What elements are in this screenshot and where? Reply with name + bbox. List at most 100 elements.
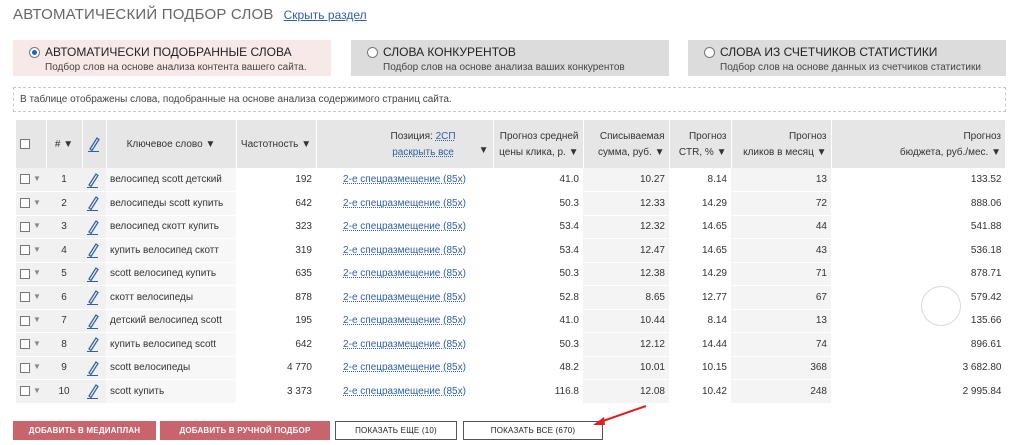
row-number: 8 [46, 332, 82, 357]
row-checkbox[interactable] [20, 386, 30, 397]
row-menu-chevron-icon[interactable]: ▼ [33, 268, 41, 277]
row-menu-chevron-icon[interactable]: ▼ [33, 174, 41, 183]
cpc-cell: 41.0 [493, 168, 583, 192]
pencil-icon[interactable] [86, 243, 100, 259]
ctr-cell: 8.14 [669, 168, 731, 192]
expand-all-link[interactable]: раскрыть все [392, 147, 454, 158]
position-link[interactable]: 2-е спецразмещение (85х) [343, 386, 466, 397]
row-number: 3 [46, 215, 82, 239]
add-to-manual-button[interactable]: ДОБАВИТЬ В РУЧНОЙ ПОДБОР [160, 421, 330, 440]
position-select-link[interactable]: 2СП [436, 131, 456, 142]
pencil-icon[interactable] [86, 360, 100, 376]
pencil-icon[interactable] [86, 384, 100, 400]
position-link[interactable]: 2-е спецразмещение (85х) [343, 292, 466, 303]
hide-section-link[interactable]: Скрыть раздел [284, 8, 367, 22]
frequency-cell: 642 [236, 191, 316, 216]
radio-icon[interactable] [704, 46, 715, 58]
position-link[interactable]: 2-е спецразмещение (85х) [343, 315, 466, 326]
position-link[interactable]: 2-е спецразмещение (85х) [343, 339, 466, 350]
pencil-icon[interactable] [86, 266, 100, 282]
position-link[interactable]: 2-е спецразмещение (85х) [343, 245, 466, 256]
select-all-checkbox[interactable] [20, 138, 30, 149]
spend-header[interactable]: Списываемая сумма, руб. ▼ [583, 120, 670, 168]
pencil-icon[interactable] [86, 172, 100, 188]
row-menu-chevron-icon[interactable]: ▼ [33, 315, 41, 324]
option-auto-words[interactable]: АВТОМАТИЧЕСКИ ПОДОБРАННЫЕ СЛОВА Подбор с… [13, 40, 331, 76]
option-subtitle: Подбор слов на основе анализа ваших конк… [383, 62, 625, 73]
row-checkbox[interactable] [20, 339, 30, 350]
row-checkbox[interactable] [20, 221, 30, 232]
cpc-cell: 53.4 [493, 238, 583, 263]
radio-icon[interactable] [367, 46, 378, 58]
add-to-mediaplan-button[interactable]: ДОБАВИТЬ В МЕДИАПЛАН [13, 421, 156, 440]
option-competitor-words[interactable]: СЛОВА КОНКУРЕНТОВ Подбор слов на основе … [351, 40, 669, 76]
row-checkbox[interactable] [20, 268, 30, 279]
row-menu-chevron-icon[interactable]: ▼ [33, 339, 41, 348]
cpc-cell: 52.8 [493, 285, 583, 310]
clicks-cell: 71 [731, 262, 831, 286]
row-select-cell: ▼ [16, 191, 46, 216]
spend-cell: 12.12 [583, 332, 669, 357]
ctr-header[interactable]: Прогноз CTR, % ▼ [669, 120, 732, 168]
frequency-cell: 323 [236, 215, 316, 239]
row-menu-chevron-icon[interactable]: ▼ [33, 245, 41, 254]
row-checkbox[interactable] [20, 245, 30, 256]
radio-selected-icon[interactable] [29, 46, 40, 58]
row-menu-chevron-icon[interactable]: ▼ [33, 386, 41, 395]
frequency-header[interactable]: Частотность ▼ [236, 120, 317, 168]
ctr-cell: 14.44 [669, 332, 731, 357]
row-checkbox[interactable] [20, 292, 30, 303]
position-link[interactable]: 2-е спецразмещение (85х) [343, 362, 466, 373]
row-menu-chevron-icon[interactable]: ▼ [33, 362, 41, 371]
option-title: СЛОВА ИЗ СЧЕТЧИКОВ СТАТИСТИКИ [720, 45, 938, 59]
frequency-cell: 319 [236, 238, 316, 263]
clicks-cell: 368 [731, 356, 831, 380]
row-checkbox[interactable] [20, 198, 30, 209]
spend-cell: 10.01 [583, 356, 669, 380]
table-row: ▼ 2 велосипеды scott купить 642 2-е спецразм… [16, 191, 1006, 216]
edit-keyword-cell [82, 238, 106, 263]
position-link[interactable]: 2-е спецразмещение (85х) [343, 174, 466, 185]
scroll-to-top-button[interactable] [921, 286, 961, 326]
pencil-icon[interactable] [86, 219, 100, 235]
edit-keyword-cell [82, 191, 106, 216]
ctr-cell: 14.29 [669, 262, 731, 286]
row-menu-chevron-icon[interactable]: ▼ [33, 221, 41, 230]
clicks-header[interactable]: Прогноз кликов в месяц ▼ [731, 120, 832, 168]
clicks-cell: 67 [731, 285, 831, 310]
budget-cell: 579.42 [831, 285, 1006, 310]
edit-keyword-cell [82, 309, 106, 333]
pencil-icon[interactable] [86, 337, 100, 353]
row-menu-chevron-icon[interactable]: ▼ [33, 292, 41, 301]
cpc-header[interactable]: Прогноз средней цены клика, р. ▼ [493, 120, 584, 168]
cpc-cell: 53.4 [493, 215, 583, 239]
show-more-button[interactable]: ПОКАЗАТЬ ЕЩЕ (10) [335, 421, 457, 440]
option-stats-words[interactable]: СЛОВА ИЗ СЧЕТЧИКОВ СТАТИСТИКИ Подбор сло… [688, 40, 1006, 76]
show-all-button[interactable]: ПОКАЗАТЬ ВСЕ (670) [463, 421, 603, 440]
position-sort-icon[interactable]: ▼ [479, 145, 489, 156]
row-checkbox[interactable] [20, 315, 30, 326]
option-subtitle: Подбор слов на основе анализа контента в… [45, 62, 307, 73]
keyword-cell: велосипед скотт купить [106, 215, 236, 239]
position-link[interactable]: 2-е спецразмещение (85х) [343, 221, 466, 232]
position-link[interactable]: 2-е спецразмещение (85х) [343, 268, 466, 279]
row-select-cell: ▼ [16, 215, 46, 239]
row-checkbox[interactable] [20, 362, 30, 373]
num-header[interactable]: # ▼ [46, 120, 83, 168]
row-menu-chevron-icon[interactable]: ▼ [33, 198, 41, 207]
cpc-cell: 116.8 [493, 379, 583, 404]
keyword-header[interactable]: Ключевое слово ▼ [106, 120, 237, 168]
pencil-icon[interactable] [86, 313, 100, 329]
info-box: В таблице отображены слова, подобранные … [13, 87, 1006, 112]
position-cell: 2-е спецразмещение (85х) [316, 238, 493, 263]
budget-header[interactable]: Прогноз бюджета, руб./мес. ▼ [831, 120, 1006, 168]
edit-keyword-cell [82, 332, 106, 357]
page-title: АВТОМАТИЧЕСКИЙ ПОДБОР СЛОВ [13, 6, 274, 23]
row-checkbox[interactable] [20, 174, 30, 185]
keyword-cell: детский велосипед scott [106, 309, 236, 333]
position-link[interactable]: 2-е спецразмещение (85х) [343, 198, 466, 209]
budget-cell: 135.66 [831, 309, 1006, 333]
pencil-icon[interactable] [86, 196, 100, 212]
cpc-cell: 48.2 [493, 356, 583, 380]
pencil-icon[interactable] [86, 290, 100, 306]
